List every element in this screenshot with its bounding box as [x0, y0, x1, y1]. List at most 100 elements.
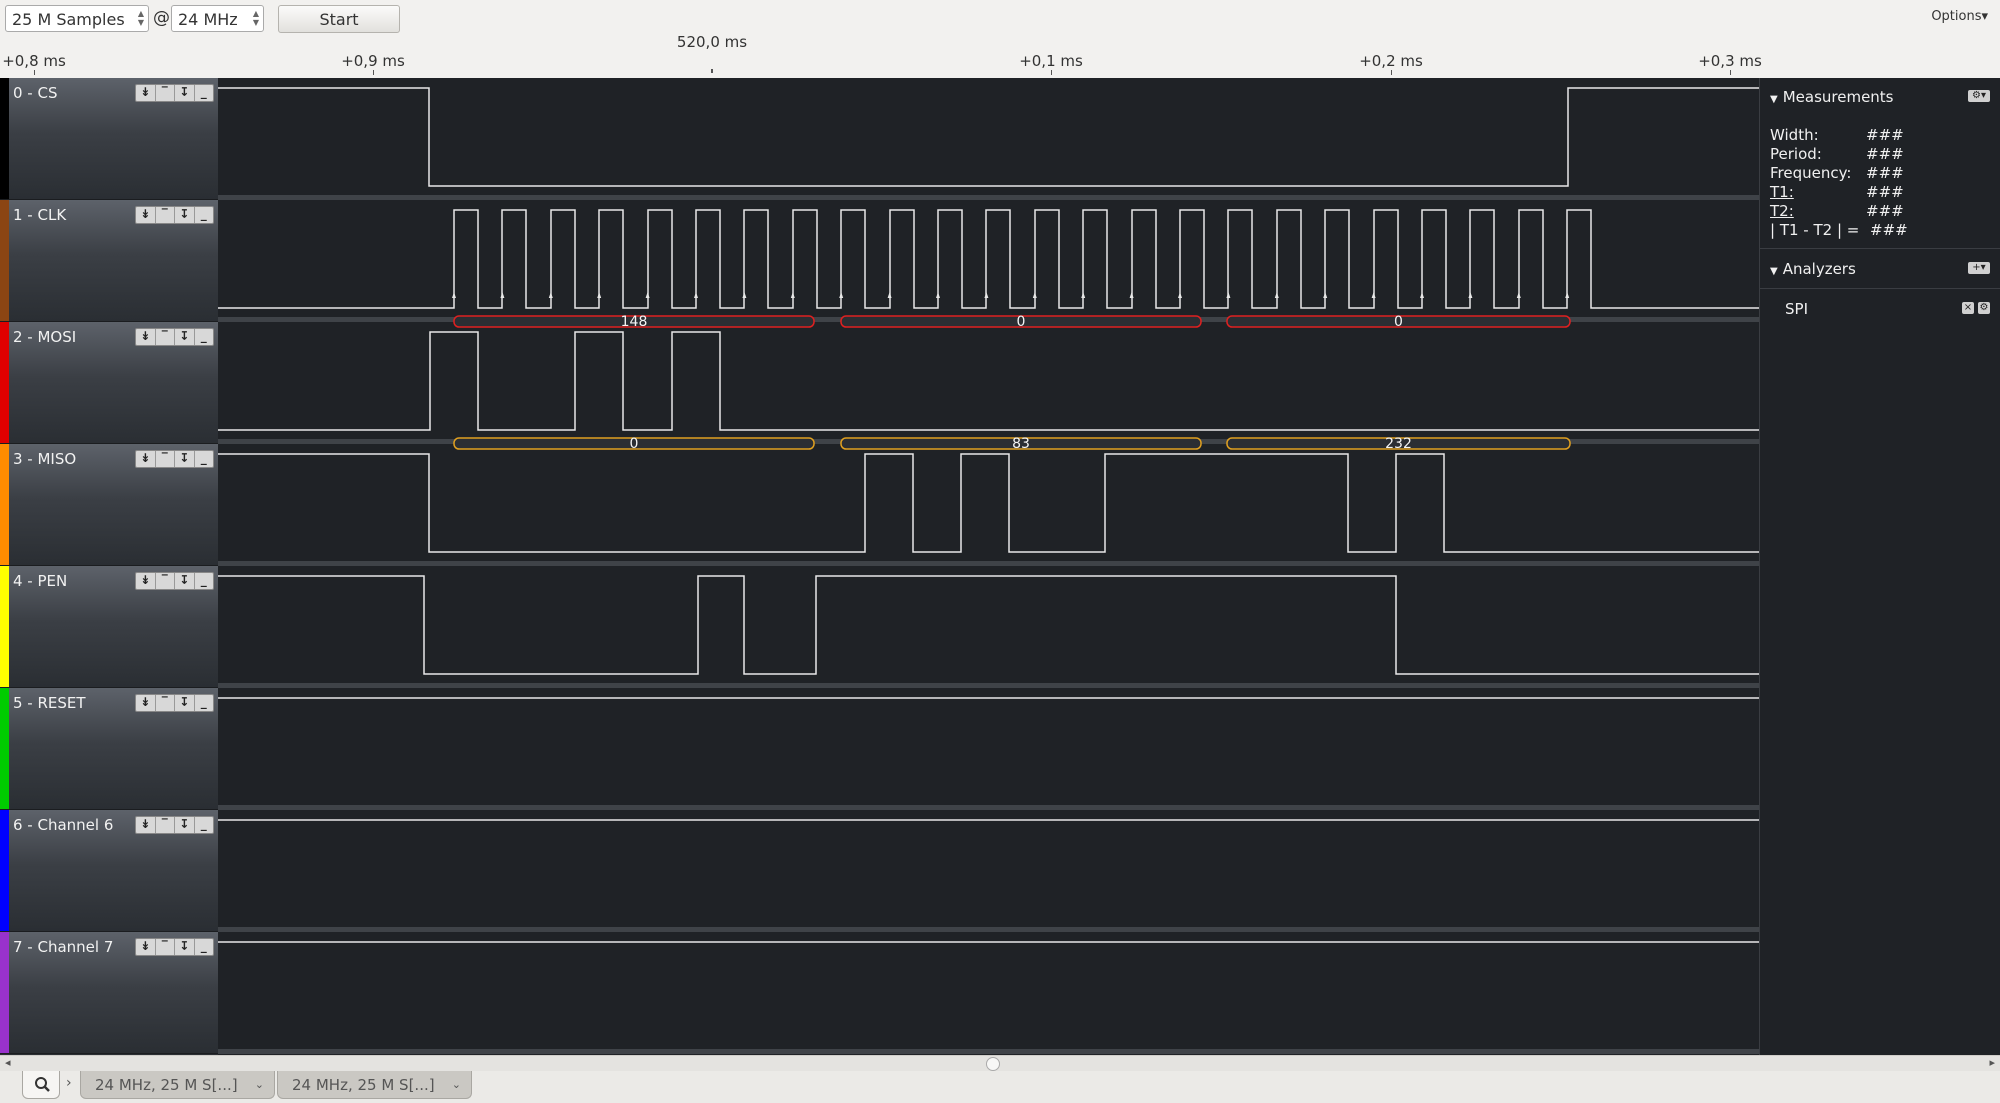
- tick-mark: [34, 70, 35, 75]
- high-level-icon[interactable]: ‾: [156, 85, 175, 101]
- falling-edge-icon[interactable]: ↧: [175, 85, 195, 101]
- trigger-buttons: ↡ ‾ ↧ _: [135, 816, 214, 834]
- rising-edge-icon[interactable]: ↡: [136, 85, 156, 101]
- channel-label[interactable]: 2 - MOSI ↡ ‾ ↧ _: [0, 322, 218, 444]
- mosi-decoded-value: 0: [1394, 314, 1403, 330]
- low-level-icon[interactable]: _: [195, 817, 214, 833]
- rising-edge-icon[interactable]: ↡: [136, 207, 156, 223]
- waveform-area[interactable]: 148 0 0 0 83 232: [218, 78, 1759, 1055]
- falling-edge-icon[interactable]: ↧: [175, 573, 195, 589]
- tick-label: +0,8 ms: [2, 52, 66, 70]
- channel-name: 3 - MISO: [13, 450, 77, 468]
- channel-color-stripe: [0, 932, 9, 1053]
- gear-icon[interactable]: ⚙: [1978, 302, 1990, 314]
- high-level-icon[interactable]: ‾: [156, 329, 175, 345]
- high-level-icon[interactable]: ‾: [156, 451, 175, 467]
- tab-label: 24 MHz, 25 M S[...]: [95, 1076, 238, 1094]
- low-level-icon[interactable]: _: [195, 695, 214, 711]
- channel-name: 0 - CS: [13, 84, 58, 102]
- channel-name: 7 - Channel 7: [13, 938, 114, 956]
- row-separator: [218, 805, 1759, 810]
- channel-label[interactable]: 5 - RESET ↡ ‾ ↧ _: [0, 688, 218, 810]
- expand-triangle-icon[interactable]: ▼: [1770, 94, 1778, 105]
- search-tab[interactable]: [22, 1071, 60, 1099]
- mosi-decoded-value: 0: [1017, 314, 1026, 330]
- start-button[interactable]: Start: [278, 5, 400, 33]
- chevron-down-icon[interactable]: ⌄: [452, 1078, 461, 1091]
- row-separator: [218, 195, 1759, 200]
- high-level-icon[interactable]: ‾: [156, 207, 175, 223]
- tab-capture-1[interactable]: 24 MHz, 25 M S[...] ⌄: [80, 1071, 275, 1099]
- scroll-right-icon[interactable]: ▸: [1989, 1056, 1995, 1069]
- scroll-thumb[interactable]: [986, 1057, 1000, 1071]
- center-time-label: 520,0 ms: [676, 33, 748, 51]
- falling-edge-icon[interactable]: ↧: [175, 207, 195, 223]
- tick-label: +0,1 ms: [1019, 52, 1083, 70]
- high-level-icon[interactable]: ‾: [156, 695, 175, 711]
- analyzers-header[interactable]: ▼ Analyzers: [1770, 260, 1856, 278]
- low-level-icon[interactable]: _: [195, 207, 214, 223]
- low-level-icon[interactable]: _: [195, 939, 214, 955]
- rising-edge-icon[interactable]: ↡: [136, 939, 156, 955]
- measurement-label: T2:: [1770, 202, 1794, 220]
- options-menu[interactable]: Options▾: [1931, 9, 1988, 24]
- channel-row-bg: [218, 566, 1759, 688]
- tick-mark: [1730, 70, 1731, 75]
- chevron-down-icon[interactable]: ⌄: [255, 1078, 264, 1091]
- channel-row-bg: [218, 688, 1759, 810]
- trigger-buttons: ↡ ‾ ↧ _: [135, 84, 214, 102]
- low-level-icon[interactable]: _: [195, 85, 214, 101]
- low-level-icon[interactable]: _: [195, 451, 214, 467]
- settings-gear-icon[interactable]: ⚙▾: [1968, 90, 1990, 102]
- falling-edge-icon[interactable]: ↧: [175, 451, 195, 467]
- high-level-icon[interactable]: ‾: [156, 817, 175, 833]
- rising-edge-icon[interactable]: ↡: [136, 817, 156, 833]
- falling-edge-icon[interactable]: ↧: [175, 329, 195, 345]
- channel-row-bg: [218, 810, 1759, 932]
- add-analyzer-icon[interactable]: +▾: [1968, 262, 1990, 274]
- channel-label[interactable]: 4 - PEN ↡ ‾ ↧ _: [0, 566, 218, 688]
- waveform-canvas[interactable]: 148 0 0 0 83 232: [218, 78, 1759, 1055]
- close-icon[interactable]: ×: [1962, 302, 1974, 314]
- rising-edge-icon[interactable]: ↡: [136, 329, 156, 345]
- measurement-label: | T1 - T2 | =: [1770, 221, 1860, 239]
- row-separator: [218, 1049, 1759, 1054]
- rate-select[interactable]: 24 MHz ▲ ▼: [171, 5, 264, 32]
- channel-label[interactable]: 3 - MISO ↡ ‾ ↧ _: [0, 444, 218, 566]
- horizontal-scrollbar[interactable]: ◂ ▸: [0, 1055, 2000, 1072]
- rising-edge-icon[interactable]: ↡: [136, 451, 156, 467]
- channel-color-stripe: [0, 200, 9, 321]
- tab-capture-2[interactable]: 24 MHz, 25 M S[...] ⌄: [277, 1071, 472, 1099]
- rising-edge-icon[interactable]: ↡: [136, 573, 156, 589]
- measurements-header[interactable]: ▼ Measurements: [1770, 88, 1894, 106]
- low-level-icon[interactable]: _: [195, 573, 214, 589]
- rising-edge-icon[interactable]: ↡: [136, 695, 156, 711]
- spinner-arrows-icon[interactable]: ▲ ▼: [138, 9, 144, 27]
- measurement-label: Period:: [1770, 145, 1822, 163]
- falling-edge-icon[interactable]: ↧: [175, 939, 195, 955]
- trigger-buttons: ↡ ‾ ↧ _: [135, 694, 214, 712]
- high-level-icon[interactable]: ‾: [156, 939, 175, 955]
- trigger-buttons: ↡ ‾ ↧ _: [135, 328, 214, 346]
- trigger-buttons: ↡ ‾ ↧ _: [135, 450, 214, 468]
- falling-edge-icon[interactable]: ↧: [175, 695, 195, 711]
- high-level-icon[interactable]: ‾: [156, 573, 175, 589]
- search-icon: [35, 1077, 50, 1092]
- expand-tabs-icon[interactable]: ›: [66, 1075, 72, 1091]
- channel-label[interactable]: 0 - CS ↡ ‾ ↧ _: [0, 78, 218, 200]
- analyzers-title: Analyzers: [1782, 260, 1856, 278]
- tab-bar: › 24 MHz, 25 M S[...] ⌄ 24 MHz, 25 M S[..…: [0, 1071, 2000, 1099]
- channel-color-stripe: [0, 78, 9, 199]
- channel-label[interactable]: 6 - Channel 6 ↡ ‾ ↧ _: [0, 810, 218, 932]
- scroll-left-icon[interactable]: ◂: [5, 1056, 11, 1069]
- time-ruler[interactable]: 520,0 ms +0,8 ms +0,9 ms +0,1 ms +0,2 ms…: [0, 33, 2000, 78]
- falling-edge-icon[interactable]: ↧: [175, 817, 195, 833]
- channel-label[interactable]: 1 - CLK ↡ ‾ ↧ _: [0, 200, 218, 322]
- expand-triangle-icon[interactable]: ▼: [1770, 266, 1778, 277]
- low-level-icon[interactable]: _: [195, 329, 214, 345]
- samples-select[interactable]: 25 M Samples ▲ ▼: [5, 5, 149, 32]
- measurement-label: T1:: [1770, 183, 1794, 201]
- analyzer-spi[interactable]: SPI: [1785, 300, 1808, 318]
- channel-label[interactable]: 7 - Channel 7 ↡ ‾ ↧ _: [0, 932, 218, 1054]
- spinner-arrows-icon[interactable]: ▲ ▼: [253, 9, 259, 27]
